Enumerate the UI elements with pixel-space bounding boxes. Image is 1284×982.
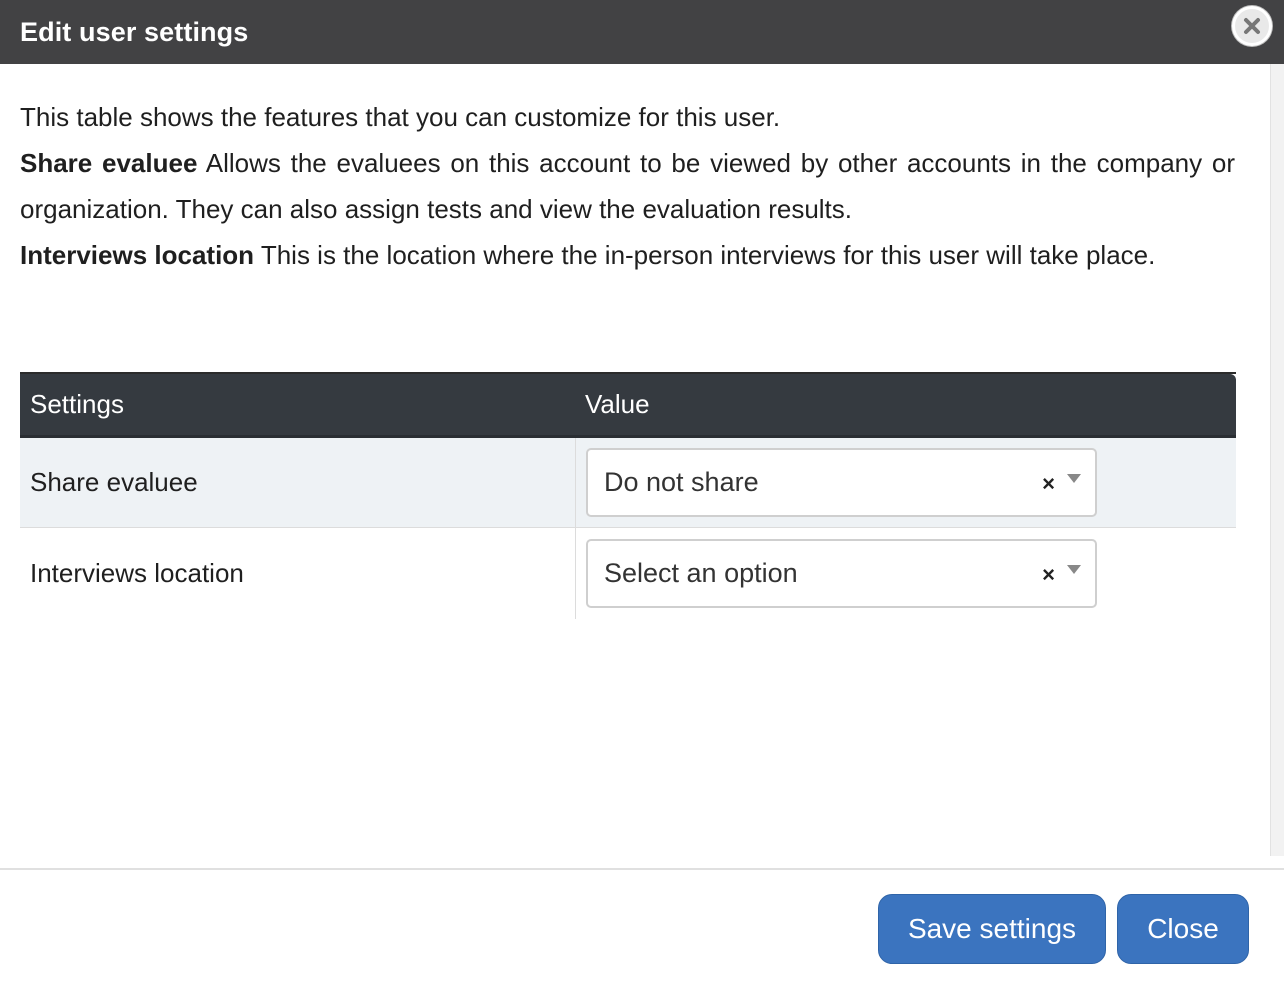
dialog-title: Edit user settings [20, 16, 249, 47]
share-text: Allows the evaluees on this account to b… [20, 148, 1236, 224]
edit-user-settings-dialog: Edit user settings This table shows the … [0, 0, 1284, 982]
setting-label-interviews-location: Interviews location [20, 528, 576, 619]
header-settings: Settings [30, 389, 124, 419]
dialog-titlebar: Edit user settings [0, 0, 1284, 64]
value-cell: Do not share × [576, 438, 1236, 527]
location-text: This is the location where the in-person… [254, 240, 1156, 270]
share-evaluee-select[interactable]: Do not share × [586, 448, 1097, 517]
setting-label-share-evaluee: Share evaluee [20, 438, 576, 527]
dropdown-arrow-icon[interactable] [1067, 565, 1081, 574]
dialog-footer: Save settings Close [0, 868, 1284, 982]
table-header: Settings Value [20, 374, 1236, 438]
share-evaluee-selected-value: Do not share [604, 467, 759, 497]
scrollbar-track[interactable] [1270, 64, 1284, 856]
value-cell: Select an option × [576, 528, 1236, 619]
description-share: Share evaluee Allows the evaluees on thi… [20, 140, 1235, 232]
share-term: Share evaluee [20, 148, 198, 178]
location-term: Interviews location [20, 240, 255, 270]
clear-selection-icon[interactable]: × [1042, 471, 1055, 497]
description-intro: This table shows the features that you c… [20, 102, 781, 132]
close-button[interactable]: Close [1117, 894, 1249, 964]
clear-selection-icon[interactable]: × [1042, 562, 1055, 588]
description-location: Interviews location This is the location… [20, 232, 1235, 278]
description: This table shows the features that you c… [20, 94, 1235, 278]
close-icon [1244, 18, 1260, 34]
interviews-location-placeholder: Select an option [604, 558, 798, 588]
table-row: Interviews location Select an option × [20, 528, 1236, 619]
header-value: Value [585, 389, 650, 419]
dialog-close-button[interactable] [1232, 6, 1272, 46]
settings-table: Settings Value Share evaluee Do not shar… [20, 372, 1236, 619]
save-settings-button[interactable]: Save settings [878, 894, 1106, 964]
interviews-location-select[interactable]: Select an option × [586, 539, 1097, 608]
dropdown-arrow-icon[interactable] [1067, 474, 1081, 483]
table-row: Share evaluee Do not share × [20, 438, 1236, 528]
